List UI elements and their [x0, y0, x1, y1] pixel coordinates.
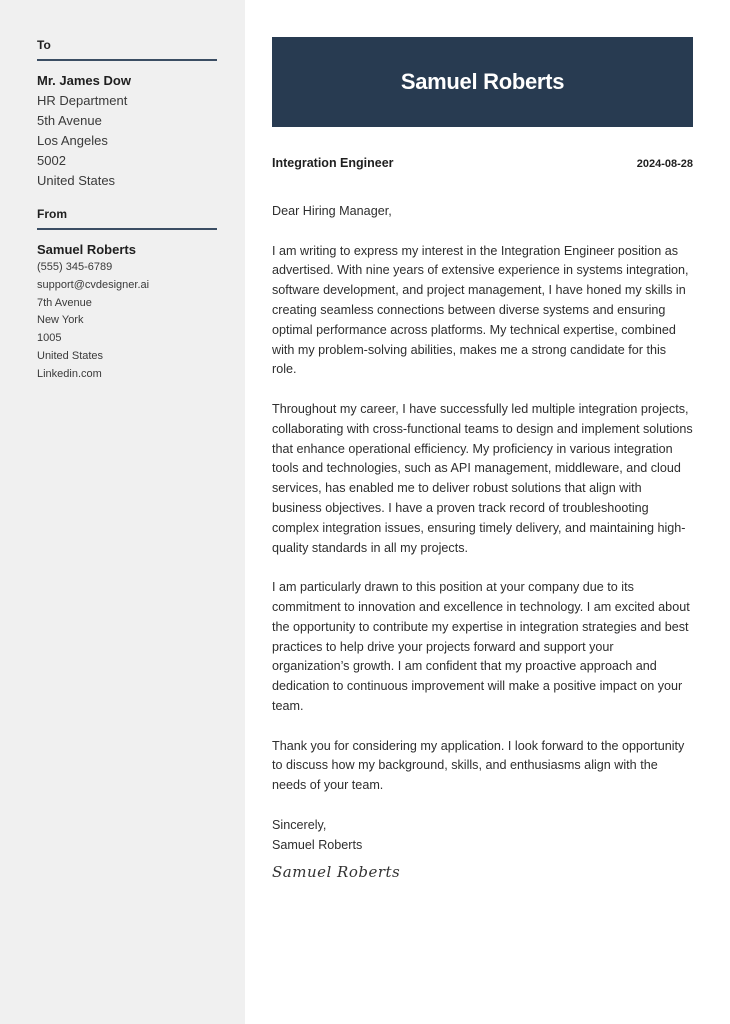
sender-phone: (555) 345-6789 — [37, 261, 113, 273]
sender-heading: From — [37, 206, 217, 230]
recipient-street: 5th Avenue — [37, 113, 102, 128]
closing: Sincerely, — [272, 817, 327, 832]
greeting: Dear Hiring Manager, — [272, 204, 392, 218]
sender-name: Samuel Roberts — [37, 242, 136, 257]
closing-sender-name: Samuel Roberts — [272, 837, 363, 852]
recipient-city: Los Angeles — [37, 133, 108, 148]
header-banner: Samuel Roberts — [272, 37, 693, 127]
sender-country: United States — [37, 349, 104, 362]
sender-linkedin: Linkedin.com — [37, 367, 102, 380]
letter-body: Dear Hiring Manager, I am writing to exp… — [272, 202, 693, 883]
sender-street: 7th Avenue — [37, 296, 92, 309]
signature: Samuel Roberts — [272, 863, 401, 882]
sender-postal-code: 1005 — [37, 332, 62, 345]
sender-section: From Samuel Roberts (555) 345-6789 suppo… — [37, 206, 217, 384]
recipient-postal-code: 5002 — [37, 153, 66, 168]
recipient-section: To Mr. James Dow HR Department 5th Avenu… — [37, 37, 217, 191]
recipient-heading: To — [37, 37, 217, 61]
paragraph-experience: Throughout my career, I have successfull… — [272, 401, 693, 555]
recipient-name: Mr. James Dow — [37, 73, 131, 88]
meta-row: Integration Engineer 2024-08-28 — [272, 156, 693, 170]
letter-date: 2024-08-28 — [636, 158, 693, 170]
sidebar: To Mr. James Dow HR Department 5th Avenu… — [0, 0, 245, 1024]
sender-city: New York — [37, 314, 84, 327]
paragraph-thanks: Thank you for considering my application… — [272, 738, 685, 793]
recipient-department: HR Department — [37, 93, 128, 108]
recipient-country: United States — [37, 173, 116, 188]
sender-email: support@cvdesigner.ai — [37, 278, 150, 291]
paragraph-intro: I am writing to express my interest in t… — [272, 243, 689, 377]
paragraph-motivation: I am particularly drawn to this position… — [272, 580, 690, 713]
header-name: Samuel Roberts — [400, 69, 565, 94]
job-title: Integration Engineer — [272, 156, 394, 170]
